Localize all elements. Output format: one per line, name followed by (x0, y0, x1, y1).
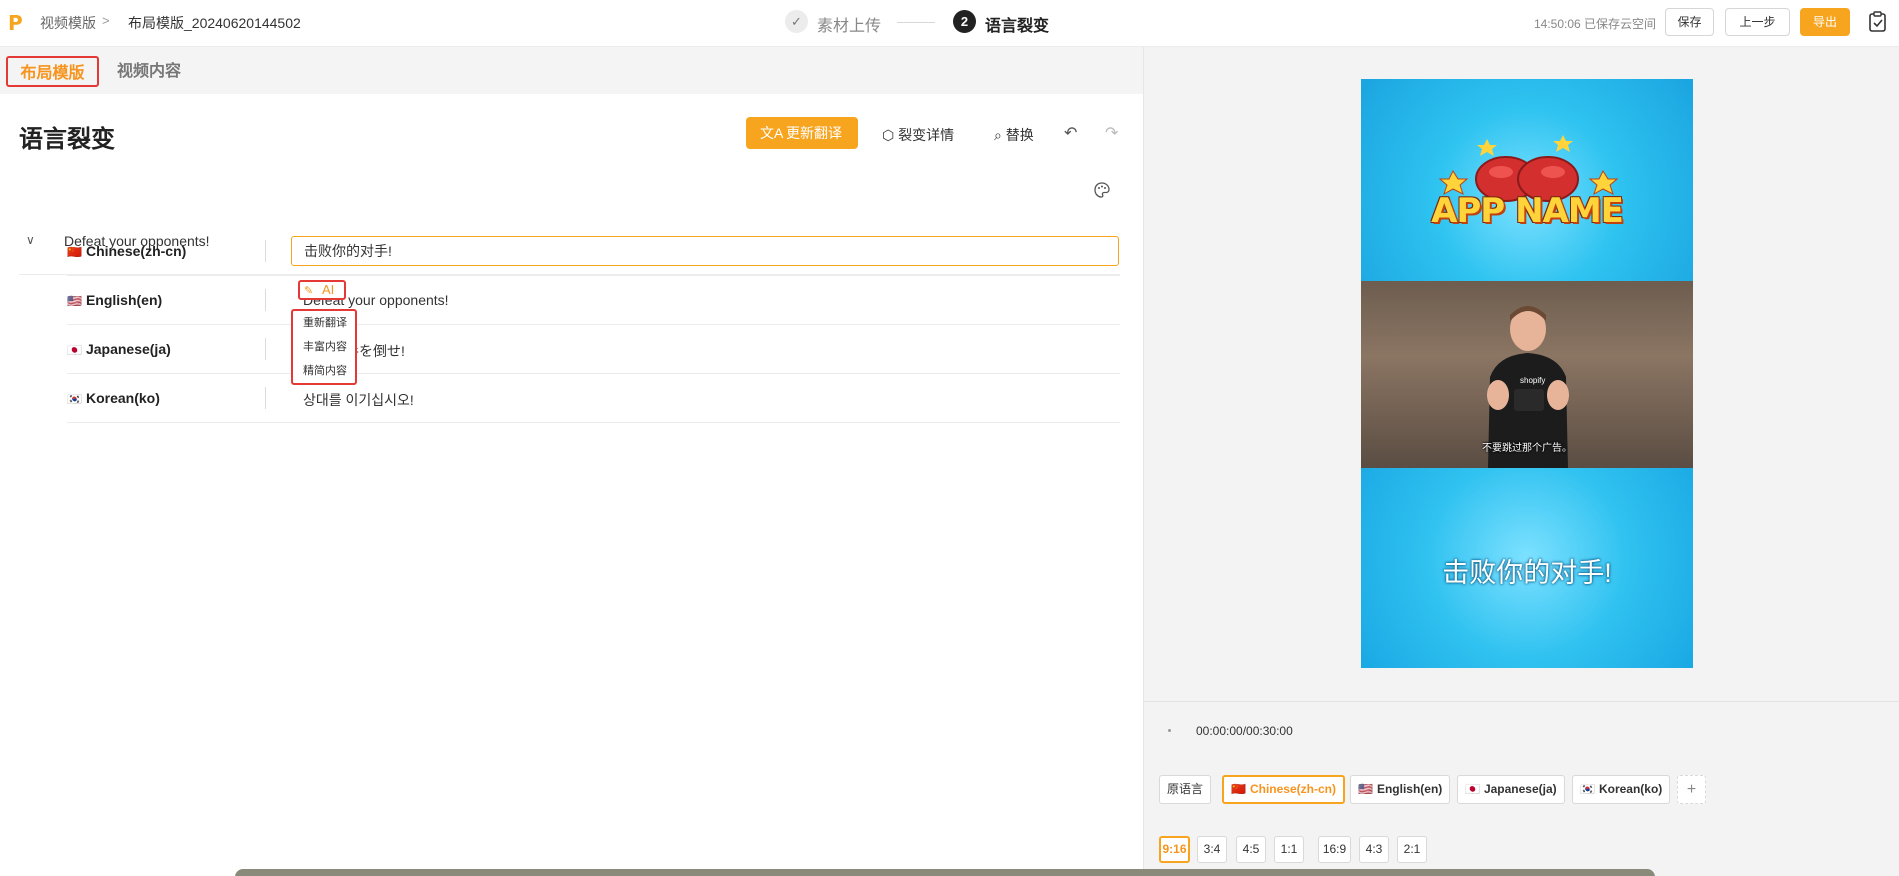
lang-name: Korean(ko) (85, 390, 160, 406)
lang-row-en: 🇺🇸 English(en) Defeat your opponents! (67, 276, 1120, 325)
menu-item-enrich[interactable]: 丰富内容 (293, 335, 355, 359)
menu-item-simplify[interactable]: 精简内容 (293, 359, 355, 383)
lang-chip-label: English(en) (1376, 782, 1443, 796)
tab-bar: 布局模版 视频内容 (0, 47, 1143, 94)
lang-name: Chinese(zh-cn) (85, 243, 187, 259)
translate-icon: 文A (760, 125, 784, 141)
lang-chip-label: Japanese(ja) (1483, 782, 1557, 796)
lang-chip-ja[interactable]: 🇯🇵 Japanese(ja) (1457, 775, 1565, 804)
preview-header-section: APP NAME (1361, 79, 1693, 281)
add-language-button[interactable]: + (1677, 775, 1706, 804)
replace-label: 替换 (1005, 127, 1034, 143)
step-number-badge: 2 (953, 10, 976, 33)
lang-label-ja: 🇯🇵 Japanese(ja) (67, 341, 171, 357)
svg-text:shopify: shopify (1520, 376, 1545, 385)
app-logo-icon[interactable]: P (8, 12, 28, 34)
top-header: P 视频模版 > 布局模版_20240620144502 ✓ 素材上传 2 语言… (0, 0, 1899, 47)
save-button[interactable]: 保存 (1665, 8, 1714, 36)
variation-detail-label: 裂变详情 (898, 127, 955, 143)
us-flag-icon: 🇺🇸 (67, 294, 82, 308)
save-status: 14:50:06 已保存云空间 (1534, 17, 1657, 31)
replace-button[interactable]: ⌕ 替换 (994, 125, 1034, 145)
variation-detail-button[interactable]: ⬡ 裂变详情 (882, 125, 954, 145)
ratio-1-1[interactable]: 1:1 (1274, 836, 1304, 863)
ratio-3-4[interactable]: 3:4 (1197, 836, 1227, 863)
palette-icon[interactable] (1093, 181, 1111, 199)
edit-icon: ✎ (304, 285, 314, 297)
hexagon-gear-icon: ⬡ (882, 127, 895, 143)
app-name-logo: APP NAME (1431, 191, 1624, 231)
china-flag-icon: 🇨🇳 (1231, 782, 1246, 796)
boxing-gloves-graphic (1438, 135, 1619, 202)
playback-time: 00:00:00/00:30:00 (1196, 724, 1293, 738)
update-translation-button[interactable]: 文A 更新翻译 (746, 117, 858, 149)
japan-flag-icon: 🇯🇵 (1465, 782, 1480, 796)
breadcrumb-root[interactable]: 视频模版 (40, 13, 96, 33)
lang-row-ko: 🇰🇷 Korean(ko) 상대를 이기십시오! (67, 374, 1120, 423)
breadcrumb-current: 布局模版_20240620144502 (128, 15, 301, 31)
column-divider (265, 338, 266, 360)
page-title: 语言裂变 (19, 126, 115, 153)
lang-chip-label: Korean(ko) (1598, 782, 1663, 796)
lang-chip-label: Chinese(zh-cn) (1249, 782, 1336, 796)
preview-video-section: shopify 不要跳过那个广告。 (1361, 281, 1693, 468)
menu-item-retranslate[interactable]: 重新翻译 (293, 311, 355, 335)
chevron-down-icon[interactable]: ∨ (26, 233, 35, 247)
column-divider (265, 289, 266, 311)
japan-flag-icon: 🇯🇵 (67, 343, 82, 357)
lang-chip-en[interactable]: 🇺🇸 English(en) (1350, 775, 1451, 804)
ai-dropdown-menu: 重新翻译 丰富内容 精简内容 (291, 309, 357, 385)
preview-pane: APP NAME shopify 不要跳过那个广告。 击败你的对手! 00:00… (1144, 47, 1899, 876)
export-button[interactable]: 导出 (1800, 8, 1850, 36)
video-subtitle: 不要跳过那个广告。 (1482, 443, 1572, 454)
lang-label-en: 🇺🇸 English(en) (67, 292, 162, 308)
step-upload[interactable]: 素材上传 (817, 12, 881, 36)
lang-row-ja: 🇯🇵Japanese(ja) 対戦相手を倒せ! (67, 325, 1120, 374)
timeline-divider (1144, 701, 1899, 702)
korea-flag-icon: 🇰🇷 (1580, 782, 1595, 796)
check-icon: ✓ (785, 10, 808, 33)
lang-label-ko: 🇰🇷 Korean(ko) (67, 390, 160, 406)
previous-step-button[interactable]: 上一步 (1725, 8, 1790, 36)
clipboard-check-icon[interactable] (1868, 11, 1887, 32)
lang-chip-original[interactable]: 原语言 (1159, 775, 1212, 804)
lang-chip-zh[interactable]: 🇨🇳 Chinese(zh-cn) (1222, 775, 1345, 804)
preview-caption-section: 击败你的对手! (1361, 468, 1693, 668)
tab-video-content[interactable]: 视频内容 (117, 56, 181, 87)
translation-text-ko[interactable]: 상대를 이기십시오! (303, 390, 414, 410)
ratio-2-1[interactable]: 2:1 (1397, 836, 1427, 863)
editor-pane: 布局模版 视频内容 语言裂变 文A 更新翻译 ⬡ 裂变详情 ⌕ 替换 ↶ ↷ ∨… (0, 47, 1143, 876)
redo-icon[interactable]: ↷ (1105, 123, 1118, 143)
step-connector (897, 22, 935, 23)
ai-label: AI (322, 282, 335, 297)
lang-label-zh: 🇨🇳 Chinese(zh-cn) (67, 243, 186, 259)
ai-assist-button[interactable]: ✎ AI (298, 280, 346, 300)
undo-icon[interactable]: ↶ (1064, 123, 1077, 143)
korea-flag-icon: 🇰🇷 (67, 392, 82, 406)
translation-input-zh[interactable]: 击败你的对手! (291, 236, 1119, 266)
tab-layout-template[interactable]: 布局模版 (6, 56, 99, 87)
ratio-4-5[interactable]: 4:5 (1236, 836, 1266, 863)
ratio-4-3[interactable]: 4:3 (1359, 836, 1389, 863)
lang-row-zh: 🇨🇳 Chinese(zh-cn) 击败你的对手! (67, 227, 1120, 276)
bottom-overlay-bar (235, 869, 1655, 876)
update-translation-label: 更新翻译 (786, 125, 842, 141)
us-flag-icon: 🇺🇸 (1358, 782, 1373, 796)
ratio-9-16[interactable]: 9:16 (1159, 836, 1190, 863)
chevron-right-icon: > (102, 13, 110, 28)
ratio-16-9[interactable]: 16:9 (1318, 836, 1351, 863)
column-divider (265, 240, 266, 262)
video-preview[interactable]: APP NAME shopify 不要跳过那个广告。 击败你的对手! (1361, 79, 1693, 668)
caption-text: 击败你的对手! (1442, 558, 1612, 588)
play-indicator-icon[interactable] (1168, 729, 1171, 732)
step-language[interactable]: 语言裂变 (985, 12, 1049, 36)
china-flag-icon: 🇨🇳 (67, 245, 82, 259)
column-divider (265, 387, 266, 409)
search-icon: ⌕ (994, 127, 1002, 143)
lang-name: Japanese(ja) (85, 341, 171, 357)
lang-name: English(en) (85, 292, 163, 308)
lang-chip-ko[interactable]: 🇰🇷 Korean(ko) (1572, 775, 1671, 804)
